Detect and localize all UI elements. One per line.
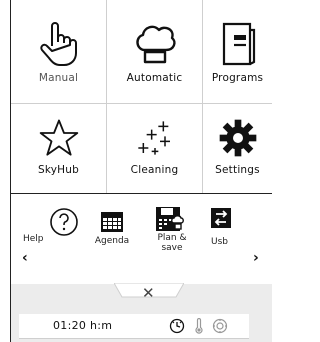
hand-pointer-icon — [39, 22, 77, 66]
main-menu-grid: Manual Automatic Programs SkyHub Cleanin… — [11, 0, 272, 194]
tile-label: Manual — [38, 72, 79, 84]
sparkles-icon — [137, 121, 170, 155]
chevron-left-icon[interactable]: ‹ — [22, 250, 28, 266]
star-icon — [39, 119, 78, 156]
chevron-right-icon[interactable]: › — [253, 250, 259, 266]
close-icon[interactable]: ✕ — [142, 284, 155, 302]
tile-automatic[interactable]: Automatic — [107, 0, 203, 104]
oven-screen: Manual Automatic Programs SkyHub Cleanin… — [10, 0, 272, 342]
shortcut-agenda[interactable]: Agenda — [89, 211, 135, 246]
shortcut-label: Agenda — [94, 236, 130, 246]
shortcut-help[interactable]: Help — [23, 207, 86, 244]
tile-manual[interactable]: Manual — [11, 0, 107, 104]
tile-label: Programs — [211, 72, 264, 84]
tile-cleaning[interactable]: Cleaning — [107, 104, 203, 193]
timer-bar: 01:20 h:m — [19, 314, 249, 339]
book-icon — [222, 22, 255, 66]
timer-gear-icon[interactable] — [212, 318, 228, 334]
calendar-icon — [101, 212, 123, 232]
question-icon — [49, 208, 78, 236]
clock-icon[interactable] — [169, 318, 185, 334]
timer-value[interactable]: 01:20 h:m — [53, 319, 112, 332]
tile-label: Automatic — [126, 72, 183, 84]
shortcut-plan-save[interactable]: Plan & save — [149, 205, 195, 253]
shortcut-usb[interactable]: Usb — [201, 207, 241, 247]
tile-label: SkyHub — [37, 164, 79, 176]
shortcut-label: Help — [23, 234, 44, 244]
tile-skyhub[interactable]: SkyHub — [11, 104, 107, 193]
thermometer-icon[interactable] — [191, 318, 207, 334]
gear-icon — [219, 119, 256, 157]
usb-transfer-icon — [211, 208, 231, 228]
shortcut-bar: ‹ Help Agenda Plan & save Usb › — [11, 195, 272, 283]
tile-label: Settings — [215, 164, 260, 176]
tile-label: Cleaning — [130, 164, 179, 176]
shortcut-label: Usb — [211, 237, 228, 247]
shortcut-label: Plan & save — [157, 233, 187, 253]
chef-hat-icon — [135, 25, 176, 64]
plan-save-icon — [156, 207, 184, 231]
tile-programs[interactable]: Programs — [203, 0, 272, 104]
status-panel: ✕ 01:20 h:m — [11, 283, 272, 342]
tile-settings[interactable]: Settings — [203, 104, 272, 193]
